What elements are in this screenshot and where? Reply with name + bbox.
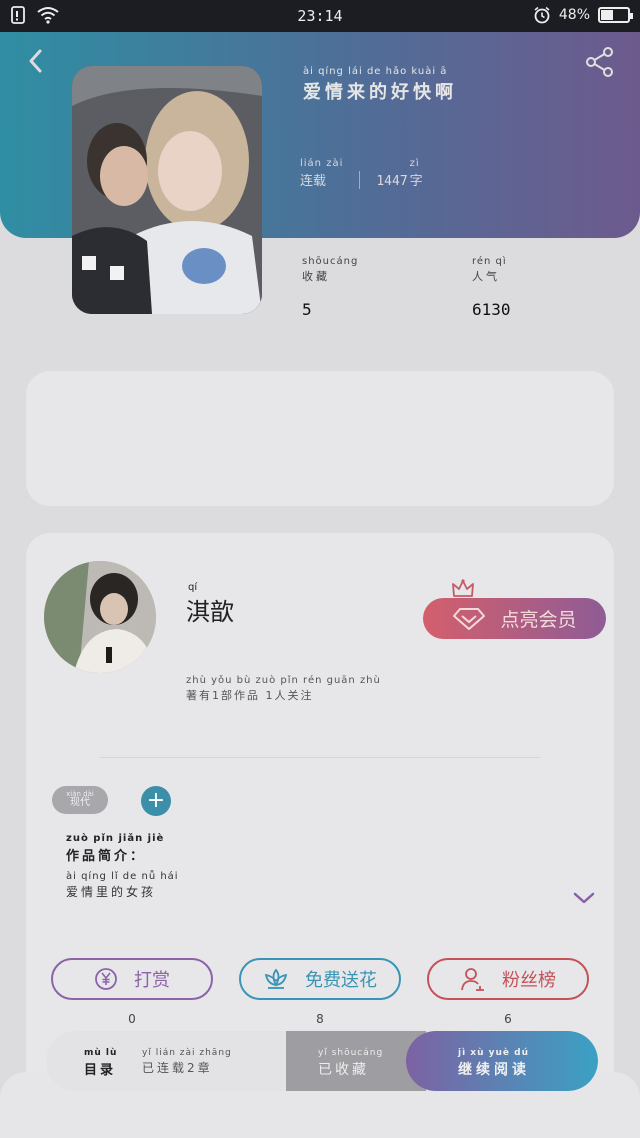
genre-tag[interactable]: xiàn dài 现代	[52, 786, 108, 814]
serial-divider	[359, 171, 361, 189]
fan-count: 6	[504, 1012, 512, 1026]
intro-text-pinyin: ài qíng lǐ de nǚ hái	[66, 871, 179, 882]
book-cover-image[interactable]	[72, 66, 262, 314]
stat-popularity-value: 6130	[472, 300, 511, 319]
avatar-illustration	[44, 561, 156, 673]
flower-count: 8	[316, 1012, 324, 1026]
chevron-down-icon[interactable]	[572, 890, 596, 906]
book-title-block: ài qíng lái de hǎo kuài ā 爱情来的好快啊	[303, 66, 457, 104]
word-count: 1447 zì 字	[376, 158, 422, 189]
stat-favorites: shōucáng 收藏 5	[302, 256, 358, 319]
status-right: 48%	[533, 6, 633, 24]
user-ranking-icon	[461, 968, 484, 991]
book-title-pinyin: ài qíng lái de hǎo kuài ā	[303, 66, 448, 77]
book-serial-info: lián zài 连载 1447 zì 字	[300, 158, 423, 189]
serial-status: lián zài 连载	[300, 158, 343, 189]
author-meta-text: 著有1部作品 1人关注	[186, 689, 314, 702]
battery-fill	[601, 10, 613, 20]
intro-title-pinyin: zuò pǐn jiǎn jiè	[66, 833, 165, 844]
stat-favorites-pinyin: shōucáng	[302, 256, 359, 267]
send-flower-button-label: 免费送花	[305, 970, 377, 991]
intro-title: zuò pǐn jiǎn jiè 作品简介：	[66, 833, 164, 864]
send-flower-button[interactable]: 免费送花	[239, 958, 401, 1000]
fan-ranking-button[interactable]: 粉丝榜	[427, 958, 589, 1000]
chapters-updated-pinyin: yǐ lián zài zhāng	[142, 1048, 232, 1058]
word-unit-pinyin: zì	[409, 158, 420, 169]
yen-coin-icon	[95, 968, 117, 990]
fan-ranking-button-label: 粉丝榜	[502, 970, 556, 991]
author-name-pinyin: qí	[188, 582, 198, 593]
serial-status-pinyin: lián zài	[300, 158, 344, 169]
stat-popularity-pinyin: rén qì	[472, 256, 507, 267]
word-count-value: 1447	[376, 174, 408, 189]
toc-label: 目录	[84, 1063, 117, 1078]
toc-pinyin: mù lù	[84, 1048, 118, 1058]
section-divider	[100, 757, 540, 758]
chapters-updated-text: 已连载2章	[142, 1061, 213, 1075]
intro-text: ài qíng lǐ de nǚ hái 爱情里的女孩	[66, 871, 179, 900]
cover-photo-illustration	[72, 66, 262, 314]
crown-icon	[452, 579, 474, 597]
continue-pinyin: jì xù yuè dú	[458, 1048, 530, 1058]
stat-favorites-label: 收藏	[302, 270, 330, 283]
author-meta: zhù yǒu bù zuò pǐn rén guān zhù 著有1部作品 1…	[186, 675, 381, 703]
continue-label: 继续阅读	[458, 1062, 530, 1078]
author-name: 淇歆	[186, 598, 234, 626]
collect-button[interactable]: yǐ shōucáng 已收藏	[286, 1031, 426, 1091]
continue-reading-button[interactable]: jì xù yuè dú 继续阅读	[406, 1031, 598, 1091]
member-button-label: 点亮会员	[500, 609, 577, 631]
share-icon[interactable]	[584, 46, 616, 78]
blank-card	[26, 371, 614, 506]
bottom-action-bar: mù lù 目录 yǐ lián zài zhāng 已连载2章 yǐ shōu…	[46, 1031, 598, 1091]
collect-label: 已收藏	[318, 1062, 369, 1078]
author-avatar[interactable]	[44, 561, 156, 673]
intro-title-text: 作品简介：	[66, 849, 147, 864]
chapters-updated: yǐ lián zài zhāng 已连载2章	[142, 1047, 232, 1076]
serial-status-text: 连载	[300, 174, 327, 189]
book-title: 爱情来的好快啊	[303, 82, 457, 103]
word-unit: 字	[409, 174, 423, 189]
member-button[interactable]: 点亮会员	[423, 598, 606, 639]
author-meta-pinyin: zhù yǒu bù zuò pǐn rén guān zhù	[186, 675, 381, 686]
stat-popularity-label: 人气	[472, 270, 500, 283]
reward-count: 0	[128, 1012, 136, 1026]
intro-text-body: 爱情里的女孩	[66, 885, 157, 899]
alarm-icon	[534, 6, 550, 24]
battery-percent: 48%	[558, 7, 590, 23]
diamond-icon	[453, 607, 486, 630]
add-tag-button[interactable]: +	[141, 786, 171, 816]
battery-icon	[598, 7, 633, 23]
author-name-block[interactable]: qí 淇歆	[186, 582, 234, 627]
status-bar: 23:14 48%	[0, 0, 640, 32]
back-icon[interactable]	[22, 46, 52, 76]
stat-popularity: rén qì 人气 6130	[472, 256, 511, 319]
reward-button[interactable]: 打赏	[51, 958, 213, 1000]
lotus-flower-icon	[264, 968, 288, 989]
stat-favorites-value: 5	[302, 300, 312, 319]
reward-button-label: 打赏	[134, 970, 170, 991]
genre-tag-label: 现代	[70, 797, 90, 808]
table-of-contents-button[interactable]: mù lù 目录	[84, 1047, 117, 1078]
